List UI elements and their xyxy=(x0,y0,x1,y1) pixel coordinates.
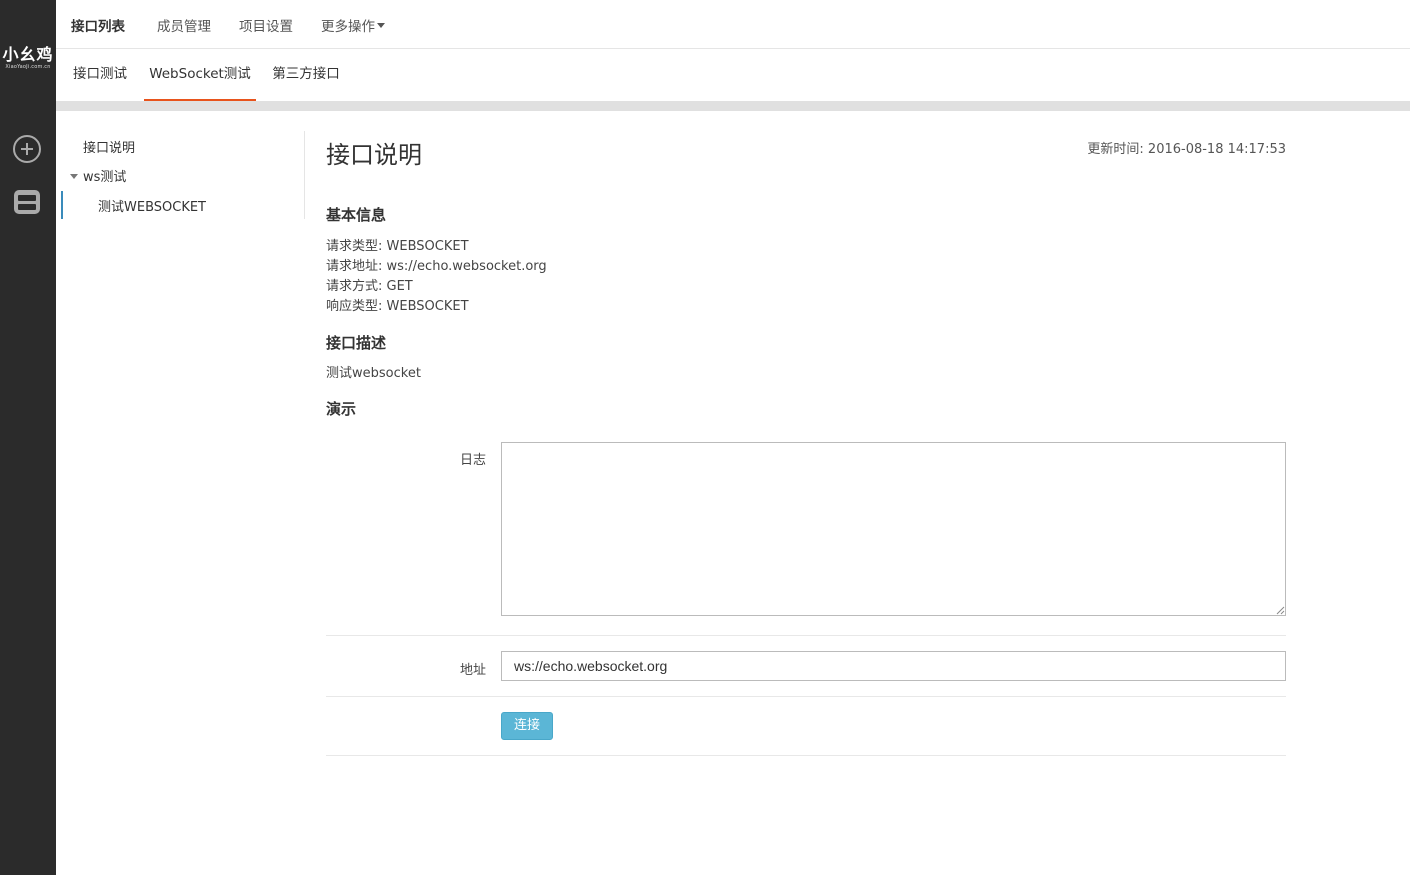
nav-api-list[interactable]: 接口列表 xyxy=(71,15,125,35)
info-response-type: 响应类型: WEBSOCKET xyxy=(326,299,469,314)
top-nav: 接口列表 成员管理 项目设置 更多操作 xyxy=(56,0,1410,49)
chevron-down-icon xyxy=(377,23,385,28)
form-divider xyxy=(326,696,1286,697)
divider-bar xyxy=(56,101,1410,111)
log-label: 日志 xyxy=(459,453,486,468)
caret-down-icon xyxy=(70,173,78,179)
tree-item-api-doc[interactable]: 接口说明 xyxy=(83,137,135,156)
tab-websocket-test[interactable]: WebSocket测试 xyxy=(144,49,256,101)
tab-api-test[interactable]: 接口测试 xyxy=(72,49,128,101)
logo-subtext: XiaoYaoJi.com.cn xyxy=(5,64,51,70)
tree-separator xyxy=(304,131,305,219)
plus-circle-icon[interactable] xyxy=(12,134,42,164)
brand-logo[interactable]: 小幺鸡 XiaoYaoJi.com.cn xyxy=(0,46,56,71)
demo-heading: 演示 xyxy=(326,400,357,418)
page-title: 接口说明 xyxy=(326,141,422,169)
sub-nav-tabs: 接口测试 WebSocket测试 第三方接口 xyxy=(56,49,1410,101)
address-label: 地址 xyxy=(459,663,486,678)
tab-third-party-api[interactable]: 第三方接口 xyxy=(272,49,340,101)
desc-text: 测试websocket xyxy=(326,366,421,381)
form-divider xyxy=(326,755,1286,756)
tree-item-test-websocket[interactable]: 测试WEBSOCKET xyxy=(98,196,206,215)
basic-info-heading: 基本信息 xyxy=(326,206,387,224)
log-textarea[interactable] xyxy=(501,442,1286,616)
desc-heading: 接口描述 xyxy=(326,334,387,352)
resize-grip-icon[interactable] xyxy=(1275,605,1285,615)
tree-folder-label: ws测试 xyxy=(83,170,127,185)
updated-time: 更新时间: 2016-08-18 14:17:53 xyxy=(1087,142,1286,157)
tree-active-indicator xyxy=(61,191,63,219)
info-request-type: 请求类型: WEBSOCKET xyxy=(326,239,469,254)
left-rail: 小幺鸡 XiaoYaoJi.com.cn xyxy=(0,0,56,875)
storage-box-icon[interactable] xyxy=(12,187,42,217)
nav-project-settings[interactable]: 项目设置 xyxy=(239,15,293,35)
nav-more-actions-label: 更多操作 xyxy=(321,19,375,35)
form-divider xyxy=(326,635,1286,636)
tree-folder-ws-test[interactable]: ws测试 xyxy=(70,166,126,185)
info-request-method: 请求方式: GET xyxy=(326,279,413,294)
api-tree: 接口说明 ws测试 测试WEBSOCKET xyxy=(56,111,306,875)
connect-button[interactable]: 连接 xyxy=(501,712,553,740)
nav-more-actions[interactable]: 更多操作 xyxy=(321,15,385,35)
info-request-url: 请求地址: ws://echo.websocket.org xyxy=(326,259,547,274)
nav-member-management[interactable]: 成员管理 xyxy=(157,15,211,35)
address-input[interactable]: ws://echo.websocket.org xyxy=(501,651,1286,681)
logo-text: 小幺鸡 xyxy=(2,45,54,64)
